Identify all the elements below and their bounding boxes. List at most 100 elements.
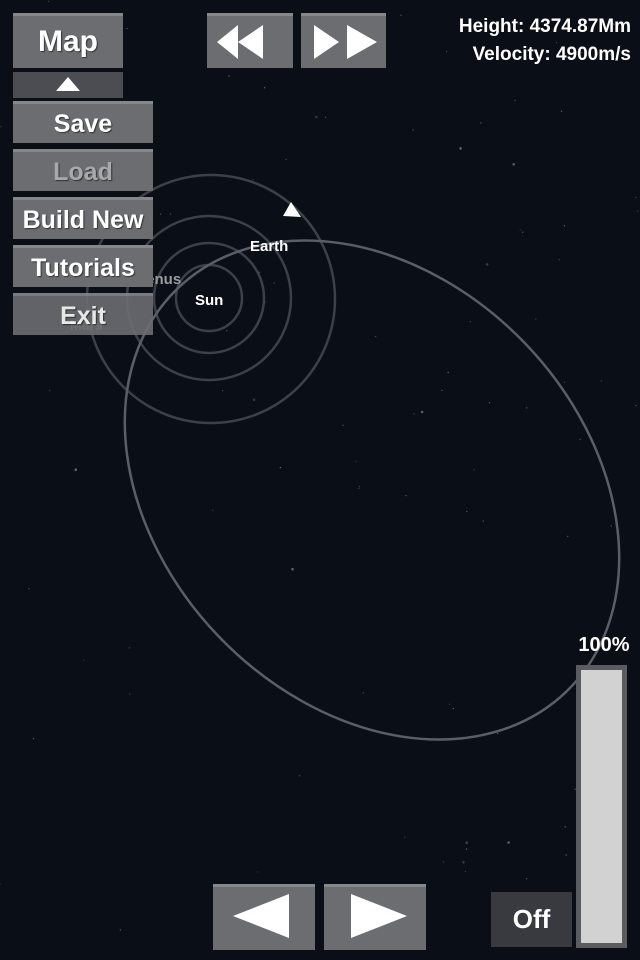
star xyxy=(465,848,468,850)
tutorials-button[interactable]: Tutorials xyxy=(13,245,153,287)
throttle-slider[interactable] xyxy=(576,665,627,948)
star xyxy=(525,878,528,880)
star xyxy=(535,318,537,320)
star xyxy=(279,466,282,469)
time-warp-slower-button[interactable] xyxy=(207,13,293,68)
star xyxy=(512,163,515,166)
star xyxy=(610,525,612,527)
star xyxy=(342,424,344,426)
collapse-menu-button[interactable] xyxy=(13,72,123,98)
star xyxy=(488,402,491,404)
sun-label[interactable]: Sun xyxy=(195,292,223,309)
star xyxy=(448,703,451,705)
star xyxy=(567,535,569,538)
star xyxy=(324,116,327,119)
star xyxy=(635,196,637,198)
star xyxy=(285,158,287,161)
velocity-readout: Velocity: 4900m/s xyxy=(472,44,631,65)
star xyxy=(400,14,402,16)
star xyxy=(119,929,122,931)
star xyxy=(563,225,566,227)
star xyxy=(358,485,361,488)
star xyxy=(560,110,563,113)
star xyxy=(48,0,50,3)
space-map[interactable] xyxy=(0,0,640,960)
star xyxy=(446,51,448,53)
star xyxy=(129,693,131,695)
star xyxy=(459,147,462,150)
star xyxy=(565,854,567,856)
star xyxy=(228,75,230,77)
load-button[interactable]: Load xyxy=(13,149,153,191)
throttle-percent-label: 100% xyxy=(578,634,630,656)
star xyxy=(159,213,162,215)
star xyxy=(507,841,510,844)
star xyxy=(128,647,131,649)
star xyxy=(441,389,443,392)
star xyxy=(526,407,528,409)
star xyxy=(126,27,128,30)
star xyxy=(252,398,256,402)
star xyxy=(465,841,469,844)
rotate-left-button[interactable] xyxy=(213,884,315,950)
star xyxy=(0,125,2,128)
star xyxy=(28,588,30,590)
star xyxy=(226,330,228,332)
star xyxy=(49,389,51,392)
triangle-up-icon xyxy=(56,77,80,91)
star xyxy=(480,122,482,124)
star xyxy=(522,231,524,233)
star xyxy=(273,282,275,284)
star xyxy=(420,410,424,414)
exit-button[interactable]: Exit xyxy=(13,293,153,335)
arrow-right-icon xyxy=(351,894,407,938)
star xyxy=(374,335,377,338)
star xyxy=(362,692,364,694)
star xyxy=(405,494,407,497)
star xyxy=(636,210,639,212)
rewind-icon xyxy=(217,25,263,59)
star xyxy=(600,380,602,382)
star xyxy=(442,861,445,863)
star xyxy=(212,509,214,512)
star xyxy=(252,179,254,181)
star xyxy=(222,390,224,392)
star xyxy=(485,263,489,266)
fast-forward-icon xyxy=(314,25,377,59)
star xyxy=(464,870,467,873)
star xyxy=(564,826,566,828)
star xyxy=(514,99,516,102)
earth-label[interactable]: Earth xyxy=(250,238,288,255)
star xyxy=(519,229,521,231)
star xyxy=(74,468,78,472)
star xyxy=(579,438,581,441)
height-readout: Height: 4374.87Mm xyxy=(458,16,631,37)
star xyxy=(315,115,318,119)
star xyxy=(358,487,360,490)
star xyxy=(482,520,484,522)
rotate-right-button[interactable] xyxy=(324,884,426,950)
save-button[interactable]: Save xyxy=(13,101,153,143)
star xyxy=(466,510,468,513)
arrow-left-icon xyxy=(233,894,289,938)
star xyxy=(169,213,172,215)
star xyxy=(413,413,415,415)
star xyxy=(447,371,449,374)
engine-toggle-button[interactable]: Off xyxy=(491,892,572,947)
map-button[interactable]: Map xyxy=(13,13,123,68)
star xyxy=(32,737,35,740)
throttle-fill[interactable] xyxy=(581,670,622,943)
star xyxy=(462,861,465,864)
star xyxy=(263,87,266,89)
build-new-button[interactable]: Build New xyxy=(13,197,153,239)
star xyxy=(452,707,455,710)
star xyxy=(256,871,259,873)
star xyxy=(496,732,499,735)
star xyxy=(558,259,560,261)
star xyxy=(469,320,471,323)
star xyxy=(404,836,406,838)
star xyxy=(635,405,637,407)
star xyxy=(291,567,294,571)
time-warp-faster-button[interactable] xyxy=(301,13,386,68)
star xyxy=(563,381,566,384)
